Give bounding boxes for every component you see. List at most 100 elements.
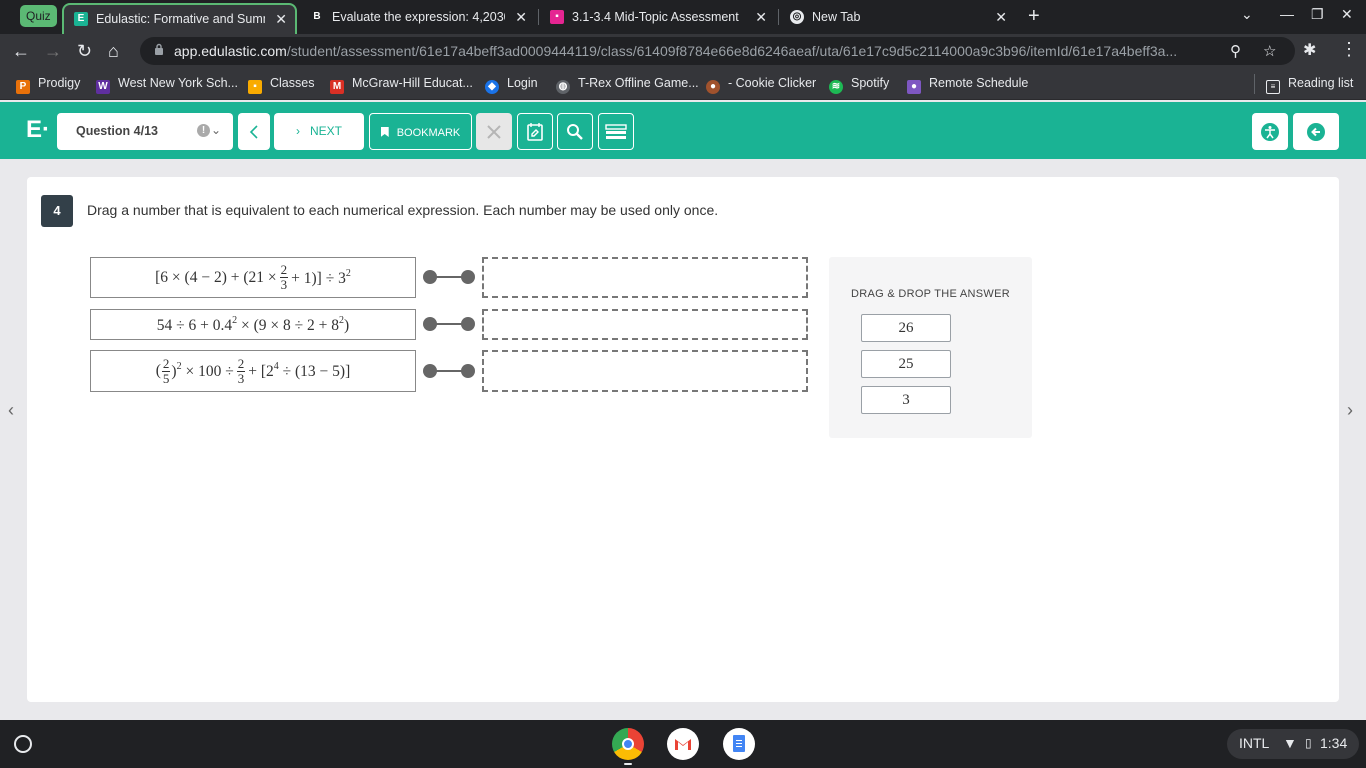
close-icon[interactable]: ✕ — [755, 3, 767, 31]
tab-new-tab[interactable]: ◎ New Tab ✕ — [780, 3, 1015, 31]
tab-group-label[interactable]: Quiz — [20, 5, 57, 27]
window-close-icon[interactable]: ✕ — [1341, 6, 1353, 23]
expression-1: [6 × (4 − 2) + (21 × 23 + 1)] ÷ 32 — [90, 257, 416, 298]
tab-search-chevron-icon[interactable]: ⌄ — [1241, 6, 1253, 23]
address-bar[interactable]: app.edulastic.com/student/assessment/61e… — [140, 37, 1295, 65]
previous-arrow-icon[interactable]: ‹ — [8, 400, 14, 421]
tab-title: Evaluate the expression: 4,2030 — [332, 10, 505, 24]
edulastic-icon: E — [74, 12, 88, 26]
bookmark-button[interactable]: BOOKMARK — [369, 113, 472, 150]
cross-icon — [487, 124, 501, 139]
answer-chip[interactable]: 26 — [861, 314, 951, 342]
minimize-icon[interactable]: — — [1280, 6, 1294, 22]
keyboard-layout: INTL — [1239, 735, 1270, 751]
exit-button[interactable] — [1293, 113, 1339, 150]
chrome-app-icon[interactable] — [612, 728, 644, 760]
question-number-badge: 4 — [41, 195, 73, 227]
tab-separator — [538, 9, 539, 25]
reading-list-icon: ≡ — [1266, 80, 1280, 94]
zoom-icon[interactable]: ⚲ — [1230, 42, 1241, 60]
next-label: NEXT — [309, 124, 342, 138]
close-icon[interactable]: ✕ — [275, 5, 287, 33]
answer-chip[interactable]: 3 — [861, 386, 951, 414]
classroom-icon: ▪ — [248, 80, 262, 94]
scratchpad-button[interactable] — [517, 113, 553, 150]
chevron-right-icon: › — [295, 124, 300, 138]
question-prompt: Drag a number that is equivalent to each… — [87, 202, 719, 218]
answer-chip[interactable]: 25 — [861, 350, 951, 378]
bookmarks-bar: P Prodigy W West New York Sch... ▪ Classes … — [0, 68, 1366, 100]
clock: 1:34 — [1320, 735, 1348, 751]
gmail-icon[interactable] — [667, 728, 699, 760]
home-icon[interactable]: ⌂ — [108, 40, 119, 62]
previous-button[interactable] — [238, 113, 270, 150]
star-icon[interactable]: ☆ — [1263, 42, 1276, 60]
tab-title: 3.1-3.4 Mid-Topic Assessment — [572, 10, 739, 24]
close-icon[interactable]: ✕ — [995, 3, 1007, 31]
bookmark-login[interactable]: ◆ Login — [485, 76, 538, 94]
url-text: app.edulastic.com/student/assessment/61e… — [174, 43, 1178, 59]
bookmarks-separator — [1254, 74, 1255, 94]
answer-dropzone-2[interactable] — [482, 309, 808, 340]
menu-dots-icon[interactable]: ⋮ — [1340, 39, 1358, 60]
restore-icon[interactable]: ❐ — [1311, 6, 1324, 23]
tab-separator — [778, 9, 779, 25]
brainly-icon: B — [310, 10, 324, 24]
connector-1 — [423, 270, 475, 284]
question-select[interactable]: Question 4/13 ! ⌄ — [57, 113, 233, 150]
magnifier-button[interactable] — [557, 113, 593, 150]
tab-assessment[interactable]: ▪ 3.1-3.4 Mid-Topic Assessment ✕ — [540, 3, 775, 31]
chevron-left-icon — [249, 124, 258, 139]
tools-menu-button[interactable] — [598, 113, 634, 150]
answer-panel-title: DRAG & DROP THE ANSWER — [851, 288, 1010, 300]
bookmark-classes[interactable]: ▪ Classes — [248, 76, 314, 94]
bookmark-spotify[interactable]: ≋ Spotify — [829, 76, 889, 94]
new-tab-button[interactable]: + — [1028, 5, 1040, 27]
reading-list-button[interactable]: ≡ Reading list — [1266, 76, 1353, 94]
mcgraw-hill-icon: M — [330, 80, 344, 94]
forward-icon[interactable]: → — [44, 40, 62, 62]
accessibility-button[interactable] — [1252, 113, 1288, 150]
cookie-icon: ● — [706, 80, 720, 94]
bookmark-west-new-york[interactable]: W West New York Sch... — [96, 76, 238, 94]
connector-3 — [423, 364, 475, 378]
bookmark-prodigy[interactable]: P Prodigy — [16, 76, 80, 94]
reload-icon[interactable]: ↻ — [77, 40, 92, 62]
school-icon: W — [96, 80, 110, 94]
bookmark-trex[interactable]: ◍ T-Rex Offline Game... — [556, 76, 699, 94]
bookmark-label: BOOKMARK — [396, 127, 461, 139]
lock-icon — [155, 43, 163, 55]
launcher-icon[interactable] — [14, 735, 32, 753]
prodigy-icon: P — [16, 80, 30, 94]
exit-icon — [1307, 122, 1325, 141]
extensions-puzzle-icon[interactable]: ✱ — [1303, 40, 1316, 60]
close-icon[interactable]: ✕ — [515, 3, 527, 31]
chrome-icon: ◎ — [790, 10, 804, 24]
answer-dropzone-1[interactable] — [482, 257, 808, 298]
tab-title: New Tab — [812, 10, 861, 24]
tab-title: Edulastic: Formative and Summ — [96, 12, 265, 26]
os-shelf: INTL ▼ ▯ 1:34 — [0, 720, 1366, 768]
battery-icon: ▯ — [1305, 736, 1312, 750]
info-icon: ! — [197, 124, 210, 137]
bookmark-mcgraw-hill[interactable]: M McGraw-Hill Educat... — [330, 76, 473, 94]
answer-dropzone-3[interactable] — [482, 350, 808, 392]
docs-icon[interactable] — [723, 728, 755, 760]
status-tray[interactable]: INTL ▼ ▯ 1:34 — [1227, 729, 1359, 759]
tab-evaluate[interactable]: B Evaluate the expression: 4,2030 ✕ — [300, 3, 535, 31]
bookmark-remote-schedule[interactable]: ● Remote Schedule — [907, 76, 1028, 94]
tab-strip: Quiz E Edulastic: Formative and Summ ✕ B… — [0, 0, 1366, 34]
assessment-header: E· Question 4/13 ! ⌄ › NEXT BOOKMARK — [0, 102, 1366, 159]
next-arrow-icon[interactable]: › — [1347, 400, 1353, 421]
globe-icon: ◍ — [556, 80, 570, 94]
eliminate-answer-button[interactable] — [476, 113, 512, 150]
back-icon[interactable]: ← — [12, 40, 30, 62]
accessibility-icon — [1261, 122, 1279, 141]
question-select-label: Question 4/13 — [76, 124, 158, 138]
next-button[interactable]: › NEXT — [274, 113, 364, 150]
search-icon — [567, 123, 583, 140]
spotify-icon: ≋ — [829, 80, 843, 94]
bookmark-cookie-clicker[interactable]: ● - Cookie Clicker — [706, 76, 816, 94]
tab-edulastic[interactable]: E Edulastic: Formative and Summ ✕ — [62, 3, 297, 34]
drag-drop-answer-panel: DRAG & DROP THE ANSWER 26 25 3 — [829, 257, 1032, 438]
